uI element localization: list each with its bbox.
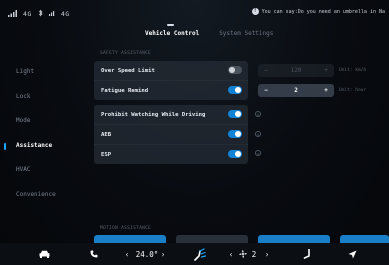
aeb-toggle[interactable] bbox=[228, 130, 242, 138]
bluetooth-icon bbox=[38, 9, 43, 19]
settings-group-safety: Prohibit Watching While Driving AEB ESP bbox=[94, 105, 248, 164]
prohibit-watching-toggle[interactable] bbox=[228, 110, 242, 118]
settings-group-speed-fatigue: Over Speed Limit Fatigue Remind bbox=[94, 61, 248, 100]
signal-icon bbox=[8, 9, 17, 19]
sidebar-item-mode[interactable]: Mode bbox=[0, 109, 80, 134]
fatigue-remind-toggle[interactable] bbox=[228, 86, 242, 94]
top-tabs: Vehicle Control System Settings bbox=[145, 24, 273, 37]
sidebar-item-lock[interactable]: Lock bbox=[0, 85, 80, 110]
screen: 4G 4G ! You can say:Do you need an umbre… bbox=[0, 0, 389, 265]
esp-toggle[interactable] bbox=[228, 150, 242, 158]
phone-icon[interactable] bbox=[86, 243, 102, 265]
motion-option-button-4[interactable] bbox=[340, 235, 389, 243]
info-icon: ! bbox=[251, 8, 259, 15]
motion-option-button-2[interactable] bbox=[176, 235, 248, 243]
fatigue-value: 2 bbox=[294, 87, 298, 94]
setting-row-prohibit-watching: Prohibit Watching While Driving bbox=[94, 105, 248, 124]
fatigue-stepper[interactable]: − 2 + bbox=[258, 84, 334, 97]
fan-level: 2 bbox=[251, 249, 257, 259]
status-bar-left: 4G 4G bbox=[8, 8, 70, 20]
sidebar-item-assistance[interactable]: Assistance bbox=[0, 134, 80, 159]
fan-icon bbox=[237, 243, 249, 265]
setting-row-fatigue-remind: Fatigue Remind bbox=[94, 80, 248, 100]
sidebar-item-convenience[interactable]: Convenience bbox=[0, 183, 80, 208]
seat-airflow-icon[interactable] bbox=[190, 243, 210, 265]
section-title-motion: MOTION ASSISTANCE bbox=[100, 226, 152, 231]
fatigue-plus-button[interactable]: + bbox=[322, 87, 330, 94]
driver-temperature: 24.0° bbox=[135, 249, 159, 259]
signal-icon-secondary bbox=[48, 10, 55, 18]
setting-label: ESP bbox=[101, 151, 112, 158]
over-speed-unit: Unit: km/h bbox=[339, 68, 367, 73]
bottom-dock: ‹ 24.0° › ‹ 2 › bbox=[0, 243, 389, 265]
sidebar-item-light[interactable]: Light bbox=[0, 60, 80, 85]
section-title-safety: SAFETY ASSISTANCE bbox=[100, 51, 152, 56]
setting-label: Fatigue Remind bbox=[101, 87, 149, 94]
aeb-info-icon[interactable]: i bbox=[255, 131, 261, 137]
temp-decrease-arrow[interactable]: ‹ bbox=[122, 243, 132, 265]
over-speed-minus-button[interactable]: − bbox=[262, 67, 270, 74]
sidebar: Light Lock Mode Assistance HVAC Convenie… bbox=[0, 60, 80, 207]
setting-label: Prohibit Watching While Driving bbox=[101, 111, 206, 118]
setting-row-aeb: AEB bbox=[94, 124, 248, 144]
fatigue-unit: Unit: hour bbox=[339, 88, 367, 93]
motion-option-button-1[interactable] bbox=[94, 235, 166, 243]
voice-hint[interactable]: ! You can say:Do you need an umbrella in… bbox=[251, 8, 385, 15]
over-speed-stepper[interactable]: − 120 + bbox=[258, 64, 334, 77]
network-type-label-2: 4G bbox=[60, 10, 70, 18]
fatigue-minus-button[interactable]: − bbox=[262, 87, 270, 94]
setting-label: AEB bbox=[101, 131, 112, 138]
setting-row-over-speed-limit: Over Speed Limit bbox=[94, 61, 248, 80]
passenger-seat-icon[interactable] bbox=[300, 243, 314, 265]
temp-increase-arrow[interactable]: › bbox=[158, 243, 168, 265]
navigation-icon[interactable] bbox=[344, 243, 360, 265]
voice-hint-text: You can say:Do you need an umbrella in N… bbox=[261, 8, 385, 15]
network-type-label: 4G bbox=[23, 10, 32, 18]
over-speed-plus-button[interactable]: + bbox=[322, 67, 330, 74]
setting-row-esp: ESP bbox=[94, 144, 248, 164]
tab-system-settings[interactable]: System Settings bbox=[219, 30, 273, 37]
sidebar-item-hvac[interactable]: HVAC bbox=[0, 158, 80, 183]
tab-vehicle-control[interactable]: Vehicle Control bbox=[145, 24, 199, 37]
setting-label: Over Speed Limit bbox=[101, 67, 155, 74]
esp-info-icon[interactable]: i bbox=[255, 150, 261, 156]
fan-decrease-arrow[interactable]: ‹ bbox=[226, 243, 236, 265]
over-speed-value: 120 bbox=[290, 67, 302, 74]
fan-increase-arrow[interactable]: › bbox=[262, 243, 272, 265]
car-icon[interactable] bbox=[36, 243, 52, 265]
motion-option-button-3[interactable] bbox=[258, 235, 330, 243]
prohibit-watching-info-icon[interactable]: i bbox=[255, 111, 261, 117]
over-speed-limit-toggle[interactable] bbox=[228, 66, 242, 74]
